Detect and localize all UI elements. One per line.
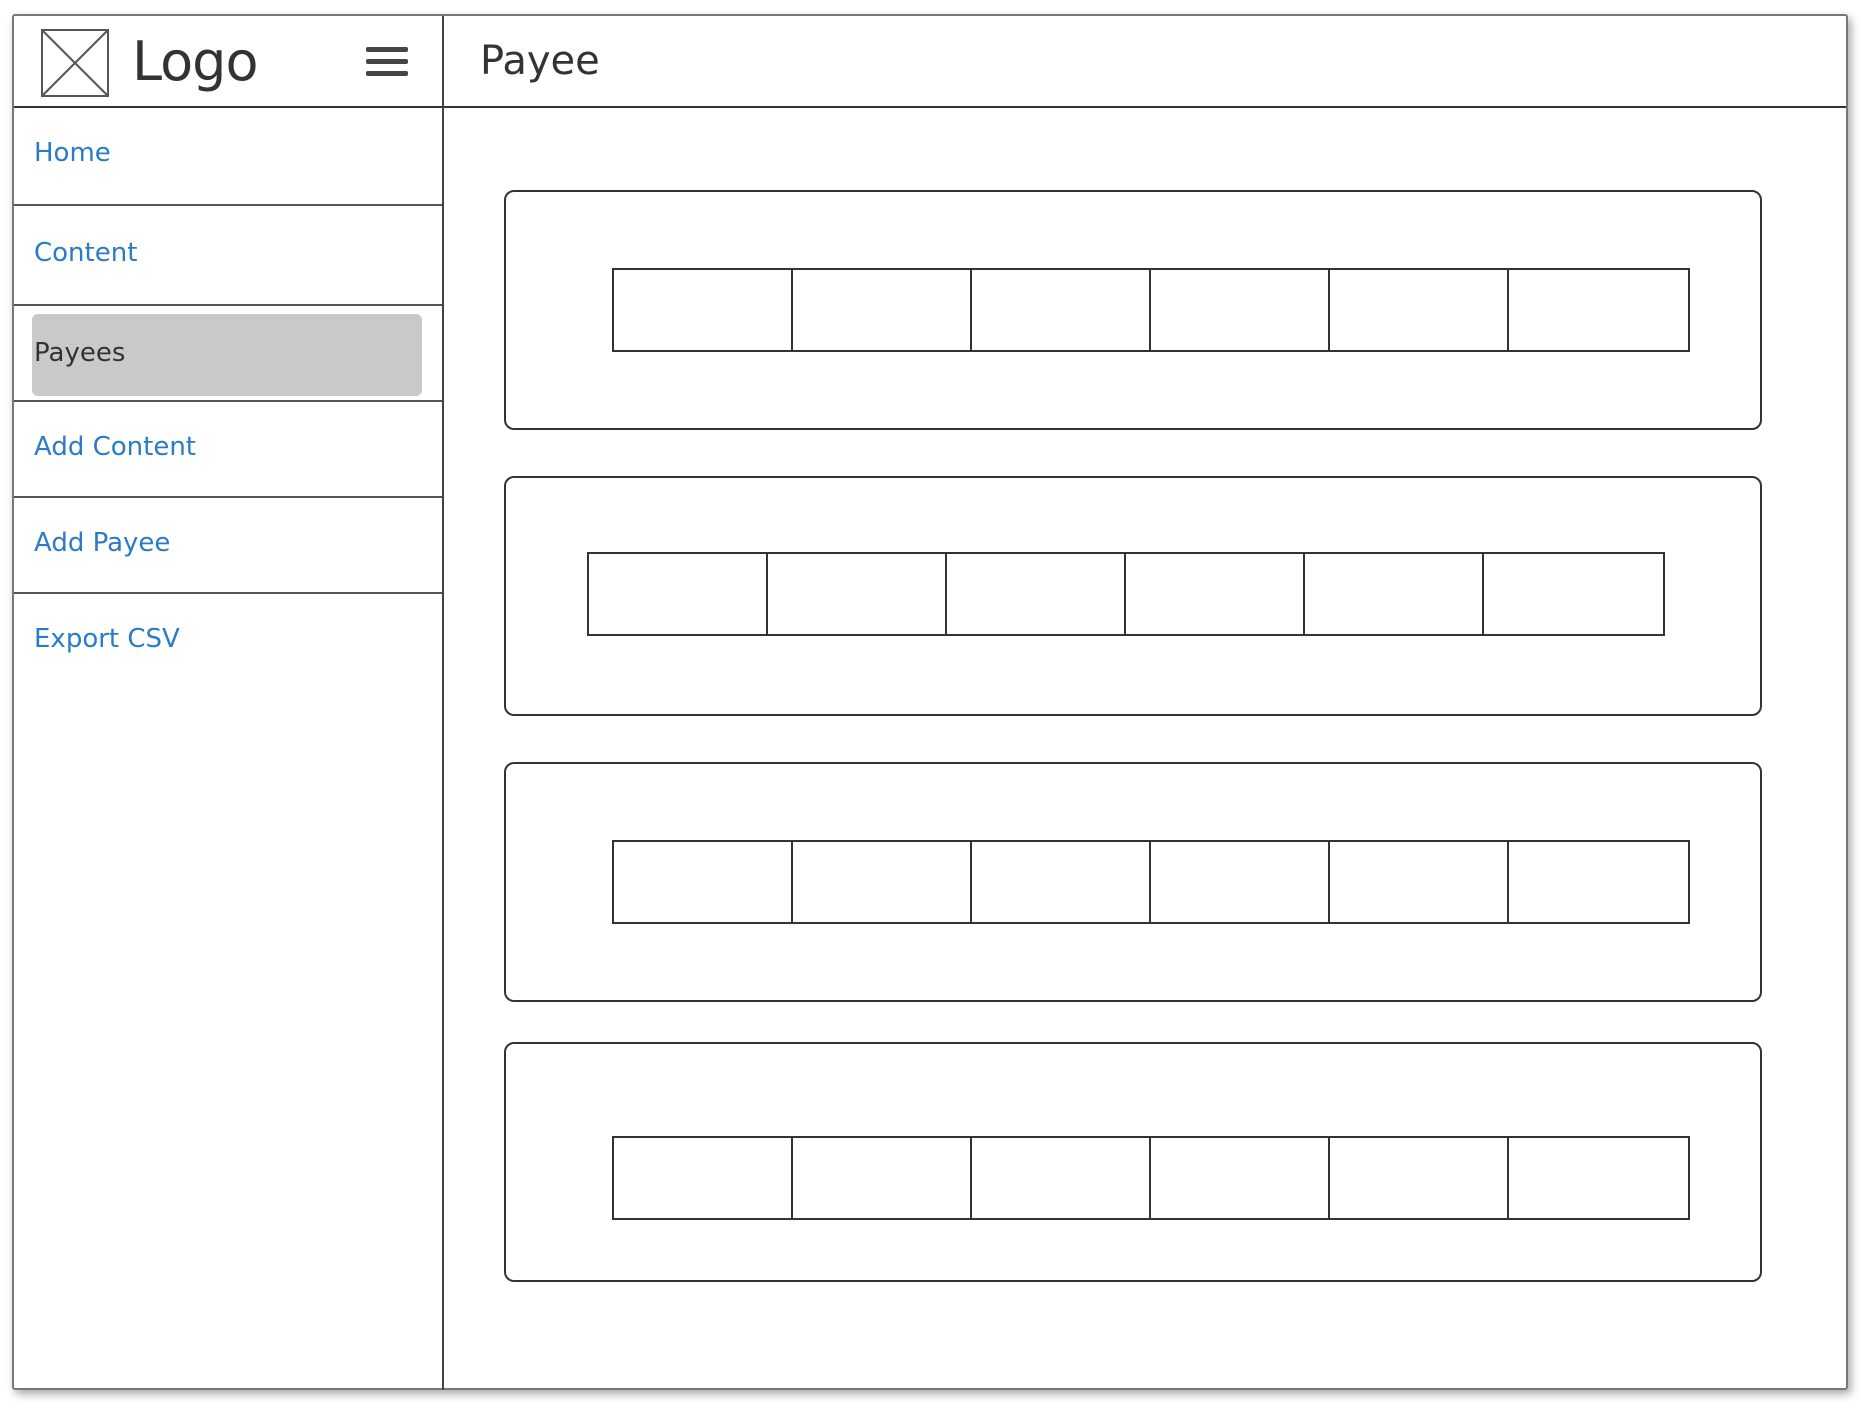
payee-card [504, 1042, 1762, 1282]
row-cell[interactable] [1151, 842, 1330, 922]
row-cell[interactable] [614, 270, 793, 350]
app-canvas: Logo Payee Home Content Payees Add Conte… [0, 0, 1862, 1412]
hamburger-menu-icon[interactable] [364, 44, 410, 80]
row-cell[interactable] [614, 1138, 793, 1218]
sidebar-item-add-payee[interactable]: Add Payee [14, 498, 442, 594]
row-cell[interactable] [768, 554, 947, 634]
row-cell[interactable] [1151, 1138, 1330, 1218]
brand-area: Logo [14, 16, 444, 108]
payee-row [612, 840, 1690, 924]
row-cell[interactable] [793, 842, 972, 922]
row-cell[interactable] [1509, 842, 1688, 922]
sidebar-item-export-csv[interactable]: Export CSV [14, 594, 442, 690]
row-cell[interactable] [589, 554, 768, 634]
row-cell[interactable] [972, 270, 1151, 350]
payee-card [504, 190, 1762, 430]
row-cell[interactable] [793, 270, 972, 350]
payee-row [612, 268, 1690, 352]
sidebar-item-content[interactable]: Content [14, 206, 442, 306]
row-cell[interactable] [1330, 270, 1509, 350]
row-cell[interactable] [1330, 1138, 1509, 1218]
row-cell[interactable] [972, 1138, 1151, 1218]
sidebar-item-add-content[interactable]: Add Content [14, 402, 442, 498]
payee-row [587, 552, 1665, 636]
row-cell[interactable] [1509, 1138, 1688, 1218]
row-cell[interactable] [1305, 554, 1484, 634]
sidebar-item-label: Export CSV [34, 624, 180, 654]
image-placeholder-icon [41, 29, 109, 97]
row-cell[interactable] [972, 842, 1151, 922]
sidebar-item-label: Add Content [34, 432, 197, 462]
row-cell[interactable] [1330, 842, 1509, 922]
row-cell[interactable] [1484, 554, 1663, 634]
row-cell[interactable] [614, 842, 793, 922]
sidebar-nav: Home Content Payees Add Content Add Paye… [14, 108, 444, 1390]
page-title: Payee [480, 38, 600, 84]
row-cell[interactable] [947, 554, 1126, 634]
payee-card [504, 476, 1762, 716]
logo-text: Logo [132, 30, 258, 93]
sidebar-item-home[interactable]: Home [14, 108, 442, 206]
payee-card [504, 762, 1762, 1002]
row-cell[interactable] [1509, 270, 1688, 350]
row-cell[interactable] [1151, 270, 1330, 350]
app-window: Logo Payee Home Content Payees Add Conte… [12, 14, 1848, 1390]
payee-row [612, 1136, 1690, 1220]
sidebar-item-payees[interactable]: Payees [14, 306, 442, 402]
row-cell[interactable] [1126, 554, 1305, 634]
top-header: Logo Payee [14, 16, 1846, 108]
row-cell[interactable] [793, 1138, 972, 1218]
sidebar-item-label: Content [34, 238, 138, 268]
sidebar-item-label: Home [34, 138, 111, 168]
sidebar-item-label: Add Payee [34, 528, 171, 558]
sidebar-item-label: Payees [34, 338, 126, 368]
